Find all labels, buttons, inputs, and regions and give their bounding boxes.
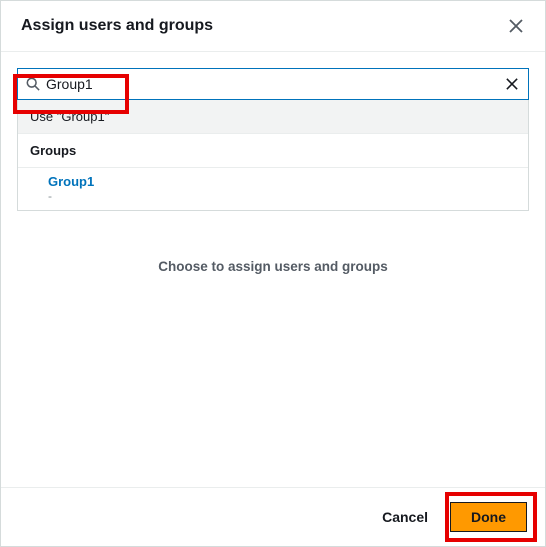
search-input[interactable] xyxy=(46,76,496,92)
use-query-option[interactable]: Use "Group1" xyxy=(18,100,528,133)
dropdown-section-groups: Groups xyxy=(18,133,528,168)
dialog-footer: Cancel Done xyxy=(1,487,545,546)
dialog-title: Assign users and groups xyxy=(21,17,213,35)
group-result-item[interactable]: Group1 - xyxy=(18,168,528,210)
dialog-body: Use "Group1" Groups Group1 - Choose to a… xyxy=(1,52,545,290)
search-icon xyxy=(18,77,46,91)
done-button[interactable]: Done xyxy=(450,502,527,532)
clear-search-button[interactable] xyxy=(496,78,528,90)
dialog-header: Assign users and groups xyxy=(1,1,545,52)
empty-state-message: Choose to assign users and groups xyxy=(17,259,529,274)
search-dropdown: Use "Group1" Groups Group1 - xyxy=(17,100,529,211)
search-field[interactable] xyxy=(17,68,529,100)
group-name: Group1 xyxy=(48,174,516,189)
close-button[interactable] xyxy=(505,15,527,37)
cancel-button[interactable]: Cancel xyxy=(374,503,436,531)
close-icon xyxy=(506,78,518,90)
close-icon xyxy=(509,19,523,33)
group-subtext: - xyxy=(48,190,516,202)
